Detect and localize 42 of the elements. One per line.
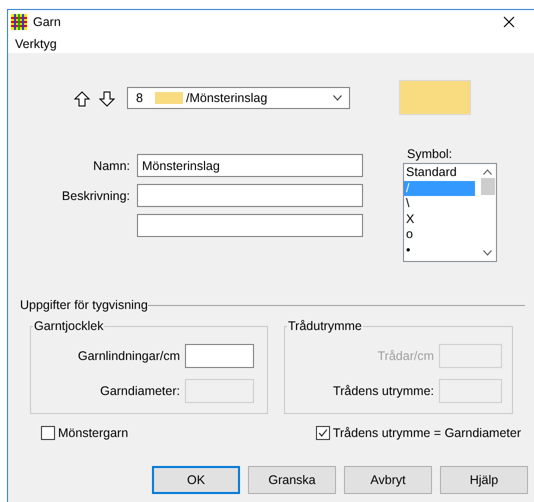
field-label: Garndiameter:: [100, 384, 180, 398]
down-arrow-icon[interactable]: [99, 91, 115, 107]
field-label: Beskrivning:: [62, 188, 130, 202]
input-field[interactable]: [137, 214, 363, 237]
menu-item[interactable]: Verktyg: [15, 36, 57, 50]
field-label: Namn:: [93, 158, 130, 172]
list-item[interactable]: Standard: [404, 165, 475, 180]
close-icon[interactable]: [503, 16, 515, 28]
dialog-button[interactable]: Hjälp: [440, 466, 528, 494]
yarn-name: /Mönsterinslag: [186, 91, 268, 105]
yarn-dropdown[interactable]: 8 /Mönsterinslag: [127, 87, 350, 109]
group-title: Garntjocklek: [33, 319, 104, 333]
section-title: Uppgifter för tygvisning: [20, 298, 148, 312]
checkbox[interactable]: [316, 426, 330, 440]
list-item[interactable]: \: [404, 196, 475, 212]
checkbox-label: Mönstergarn: [58, 426, 128, 440]
dialog-button[interactable]: OK: [152, 466, 240, 494]
app-icon: [11, 14, 27, 30]
field-label: Trådens utrymme:: [333, 384, 434, 398]
symbol-label: Symbol:: [407, 147, 452, 161]
color-preview[interactable]: [399, 80, 471, 115]
yarn-number: 8: [136, 91, 144, 105]
dialog-button[interactable]: Granska: [248, 466, 336, 494]
list-item[interactable]: •: [404, 242, 475, 258]
field-label: Garnlindningar/cm: [78, 349, 180, 363]
up-arrow-icon[interactable]: [74, 91, 90, 107]
checkbox-label: Trådens utrymme = Garndiameter: [332, 426, 521, 440]
input-field[interactable]: [137, 184, 363, 207]
scroll-up-icon[interactable]: [483, 169, 492, 175]
list-item[interactable]: X: [404, 212, 475, 227]
scroll-down-icon[interactable]: [483, 250, 492, 256]
group-title: Trådutrymme: [287, 319, 363, 333]
scroll-thumb[interactable]: [480, 178, 494, 195]
symbol-list[interactable]: Standard / \ X o •: [403, 163, 497, 262]
window-title: Garn: [33, 15, 61, 29]
caret-icon: [333, 95, 342, 101]
field-label: Trådar/cm: [378, 349, 434, 363]
list-item[interactable]: o: [404, 227, 475, 242]
dialog-button[interactable]: Avbryt: [344, 466, 432, 494]
checkbox[interactable]: [41, 426, 55, 440]
input-field[interactable]: [185, 344, 254, 368]
input-field[interactable]: Mönsterinslag: [137, 154, 363, 177]
